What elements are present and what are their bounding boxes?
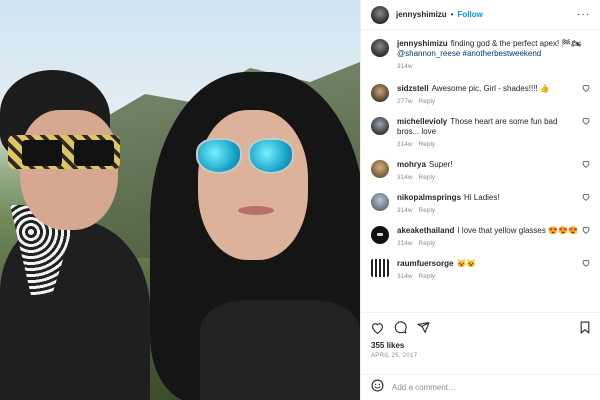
mirrored-lens-left — [196, 138, 242, 174]
comments-list[interactable]: jennyshimizu finding god & the perfect ap… — [361, 30, 600, 312]
commenter-username[interactable]: sidzstell — [397, 84, 429, 93]
comment-like-heart-icon[interactable] — [582, 84, 590, 94]
reply-button[interactable]: Reply — [419, 273, 436, 280]
comment-body: nikopalmsprings Hi Ladies! 314w Reply — [397, 193, 578, 214]
comment-content: Awesome pic, Girl - shades!!!! 👍 — [431, 84, 550, 93]
commenter-username[interactable]: akeakethailand — [397, 226, 454, 235]
comment-like-heart-icon[interactable] — [582, 226, 590, 236]
likes-count[interactable]: 355 likes — [371, 341, 591, 350]
comment-content: I love that yellow glasses 😍😍😍 — [457, 226, 578, 235]
reply-button[interactable]: Reply — [419, 141, 436, 148]
caption-username[interactable]: jennyshimizu — [397, 39, 448, 48]
comment-body: sidzstell Awesome pic, Girl - shades!!!! … — [397, 84, 578, 105]
post-side-panel: jennyshimizu • Follow ··· jennyshimizu fi… — [360, 0, 600, 400]
comment-row: mohrya Super! 314w Reply — [371, 160, 590, 181]
emoji-icon[interactable] — [371, 379, 384, 397]
person-right-jacket — [200, 300, 360, 400]
add-comment-input[interactable] — [392, 383, 562, 392]
commenter-avatar[interactable] — [371, 84, 389, 102]
commenter-avatar[interactable] — [371, 259, 389, 277]
caption-meta: 314w — [397, 63, 590, 70]
comment-body: michellevioly Those heart are some fun ba… — [397, 117, 578, 148]
commenter-avatar[interactable] — [371, 193, 389, 211]
comment-like-heart-icon[interactable] — [582, 117, 590, 127]
comment-time[interactable]: 314w — [397, 207, 413, 214]
comment-like-heart-icon[interactable] — [582, 160, 590, 170]
comment-text: raumfuersorge 😺😺 — [397, 259, 578, 269]
separator-dot: • — [450, 10, 454, 19]
heart-icon[interactable] — [371, 322, 384, 334]
comment-text: mohrya Super! — [397, 160, 578, 170]
post-actions: 355 likes APRIL 25, 2017 — [361, 312, 600, 359]
caption-content: finding god & the perfect apex! 🏁🏍 — [450, 39, 582, 48]
comment-content: 😺😺 — [456, 259, 477, 268]
caption-row: jennyshimizu finding god & the perfect ap… — [371, 39, 590, 70]
reply-button[interactable]: Reply — [419, 174, 436, 181]
comment-time[interactable]: 277w — [397, 98, 413, 105]
bookmark-icon[interactable] — [579, 321, 591, 334]
sunglasses-lens-left — [22, 140, 62, 166]
caption-time[interactable]: 314w — [397, 63, 413, 70]
add-comment-bar — [361, 374, 600, 400]
caption-mention-link[interactable]: @shannon_reese — [397, 49, 460, 58]
comment-time[interactable]: 314w — [397, 174, 413, 181]
comment-body: mohrya Super! 314w Reply — [397, 160, 578, 181]
sunglasses-lens-right — [74, 140, 114, 166]
comment-row: michellevioly Those heart are some fun ba… — [371, 117, 590, 148]
comment-body: raumfuersorge 😺😺 314w Reply — [397, 259, 578, 280]
caption-avatar[interactable] — [371, 39, 389, 57]
comment-content: Hi Ladies! — [464, 193, 500, 202]
comment-meta: 314w Reply — [397, 240, 578, 247]
person-left-face — [20, 110, 118, 230]
post-photo[interactable] — [0, 0, 360, 400]
comment-time[interactable]: 314w — [397, 273, 413, 280]
reply-button[interactable]: Reply — [419, 240, 436, 247]
comment-meta: 314w Reply — [397, 174, 578, 181]
comment-text: nikopalmsprings Hi Ladies! — [397, 193, 578, 203]
comment-meta: 277w Reply — [397, 98, 578, 105]
comment-like-heart-icon[interactable] — [582, 193, 590, 203]
person-right-face — [198, 110, 308, 260]
comment-meta: 314w Reply — [397, 207, 578, 214]
action-icons — [371, 321, 591, 334]
more-options-icon[interactable]: ··· — [577, 9, 590, 20]
follow-button[interactable]: Follow — [458, 10, 483, 19]
commenter-avatar[interactable] — [371, 117, 389, 135]
comment-meta: 314w Reply — [397, 141, 578, 148]
comment-row: sidzstell Awesome pic, Girl - shades!!!! … — [371, 84, 590, 105]
comment-text: akeakethailand I love that yellow glasses… — [397, 226, 578, 236]
author-avatar[interactable] — [371, 5, 389, 24]
reply-button[interactable]: Reply — [419, 98, 436, 105]
commenter-avatar[interactable] — [371, 160, 389, 178]
commenter-username[interactable]: michellevioly — [397, 117, 447, 126]
person-right-lips — [238, 206, 274, 215]
comment-text: michellevioly Those heart are some fun ba… — [397, 117, 578, 137]
reply-button[interactable]: Reply — [419, 207, 436, 214]
comment-meta: 314w Reply — [397, 273, 578, 280]
comment-row: nikopalmsprings Hi Ladies! 314w Reply — [371, 193, 590, 214]
comment-like-heart-icon[interactable] — [582, 259, 590, 269]
commenter-username[interactable]: nikopalmsprings — [397, 193, 461, 202]
author-username[interactable]: jennyshimizu — [396, 10, 447, 19]
comment-row: akeakethailand I love that yellow glasses… — [371, 226, 590, 247]
comment-content: Super! — [428, 160, 453, 169]
post-header: jennyshimizu • Follow ··· — [361, 0, 600, 30]
share-icon[interactable] — [417, 321, 430, 334]
commenter-username[interactable]: mohrya — [397, 160, 426, 169]
comment-body: akeakethailand I love that yellow glasses… — [397, 226, 578, 247]
mirrored-lens-right — [248, 138, 294, 174]
caption-text: jennyshimizu finding god & the perfect ap… — [397, 39, 590, 59]
comment-row: raumfuersorge 😺😺 314w Reply — [371, 259, 590, 280]
caption-hashtag-link[interactable]: #anotherbestweekend — [463, 49, 542, 58]
comment-rows: sidzstell Awesome pic, Girl - shades!!!! … — [371, 84, 590, 280]
comment-icon[interactable] — [394, 321, 407, 334]
comment-text: sidzstell Awesome pic, Girl - shades!!!! … — [397, 84, 578, 94]
commenter-username[interactable]: raumfuersorge — [397, 259, 453, 268]
caption-body: jennyshimizu finding god & the perfect ap… — [397, 39, 590, 70]
comment-time[interactable]: 314w — [397, 240, 413, 247]
commenter-avatar[interactable] — [371, 226, 389, 244]
post-date: APRIL 25, 2017 — [371, 353, 418, 359]
comment-time[interactable]: 314w — [397, 141, 413, 148]
